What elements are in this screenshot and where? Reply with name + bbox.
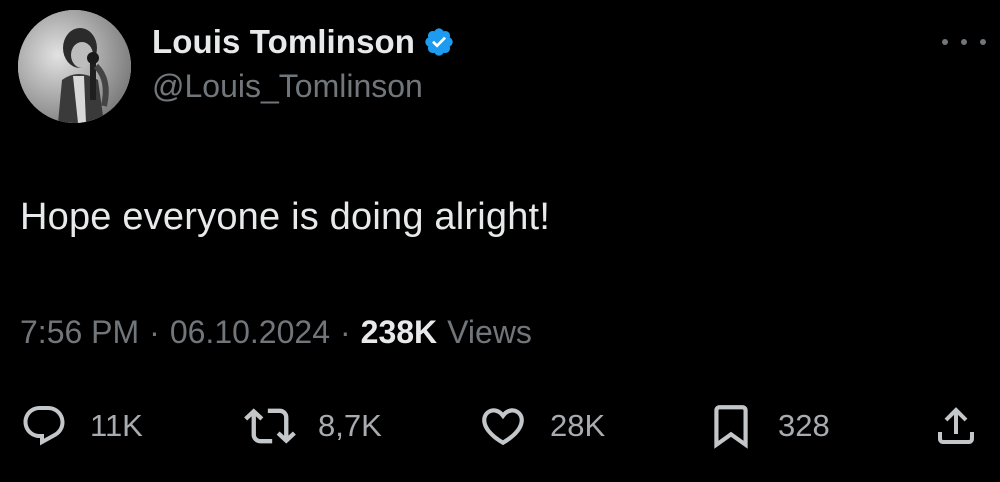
meta-separator: · bbox=[149, 314, 160, 350]
heart-icon bbox=[478, 401, 528, 451]
avatar[interactable] bbox=[18, 10, 131, 123]
author-display-name[interactable]: Louis Tomlinson bbox=[152, 23, 415, 61]
action-bar: 11K 8,7K 28K 328 bbox=[0, 396, 1000, 456]
share-icon bbox=[932, 402, 980, 450]
tweet-date[interactable]: 06.10.2024 bbox=[170, 314, 330, 351]
author-name-row[interactable]: Louis Tomlinson bbox=[152, 20, 455, 64]
views-count[interactable]: 238K bbox=[361, 314, 438, 351]
meta-separator: · bbox=[339, 314, 351, 350]
more-dot bbox=[961, 39, 967, 45]
reply-icon bbox=[20, 402, 68, 450]
repost-count: 8,7K bbox=[318, 408, 382, 443]
like-button[interactable]: 28K bbox=[478, 396, 605, 456]
tweet-time[interactable]: 7:56 PM bbox=[20, 314, 139, 351]
verified-badge-icon[interactable] bbox=[423, 26, 455, 58]
more-dot bbox=[980, 39, 986, 45]
views-label[interactable]: Views bbox=[447, 314, 532, 351]
bookmark-button[interactable]: 328 bbox=[706, 396, 830, 456]
tweet-meta: 7:56 PM · 06.10.2024 · 238K Views bbox=[20, 314, 532, 351]
more-dot bbox=[942, 39, 948, 45]
avatar-photo bbox=[18, 10, 131, 123]
author-handle[interactable]: @Louis_Tomlinson bbox=[152, 68, 423, 105]
repost-button[interactable]: 8,7K bbox=[244, 396, 382, 456]
bookmark-count: 328 bbox=[778, 408, 830, 443]
share-button[interactable] bbox=[932, 396, 980, 456]
repost-icon bbox=[244, 400, 296, 452]
reply-count: 11K bbox=[90, 408, 143, 443]
more-icon[interactable] bbox=[942, 32, 986, 52]
reply-button[interactable]: 11K bbox=[20, 396, 143, 456]
bookmark-icon bbox=[706, 401, 756, 451]
tweet-text: Hope everyone is doing alright! bbox=[20, 196, 551, 238]
like-count: 28K bbox=[550, 408, 606, 443]
